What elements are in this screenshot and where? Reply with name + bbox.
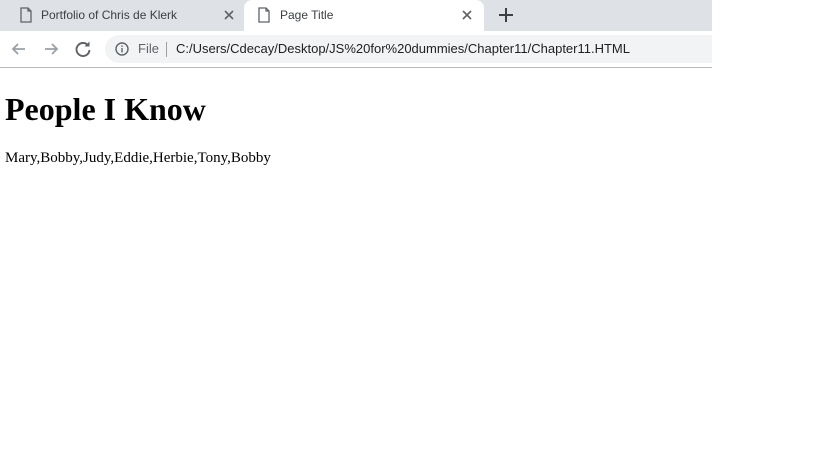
- close-icon[interactable]: [460, 8, 474, 22]
- reload-icon[interactable]: [73, 39, 93, 59]
- tab-portfolio[interactable]: Portfolio of Chris de Klerk: [8, 0, 244, 31]
- address-bar[interactable]: File C:/Users/Cdecay/Desktop/JS%20for%20…: [105, 35, 712, 63]
- info-icon[interactable]: [115, 42, 129, 56]
- new-tab-plus-icon[interactable]: [497, 6, 515, 24]
- tab-strip: Portfolio of Chris de Klerk Page Title: [0, 0, 712, 31]
- page-icon: [258, 7, 270, 23]
- forward-arrow-icon[interactable]: [41, 39, 61, 59]
- tab-title: Portfolio of Chris de Klerk: [41, 8, 178, 22]
- back-arrow-icon[interactable]: [9, 39, 29, 59]
- omnibox-divider: [166, 42, 167, 57]
- scheme-label: File: [138, 41, 159, 56]
- page-content: People I Know Mary,Bobby,Judy,Eddie,Herb…: [0, 68, 712, 460]
- close-icon[interactable]: [222, 8, 236, 22]
- tab-page-title[interactable]: Page Title: [244, 0, 484, 31]
- url-text[interactable]: C:/Users/Cdecay/Desktop/JS%20for%20dummi…: [176, 41, 630, 56]
- people-list: Mary,Bobby,Judy,Eddie,Herbie,Tony,Bobby: [5, 150, 271, 166]
- page-icon: [20, 7, 32, 23]
- tab-title: Page Title: [280, 8, 334, 22]
- page-heading: People I Know: [5, 91, 206, 127]
- browser-window: Portfolio of Chris de Klerk Page Title F…: [0, 0, 712, 460]
- browser-toolbar: File C:/Users/Cdecay/Desktop/JS%20for%20…: [0, 31, 712, 68]
